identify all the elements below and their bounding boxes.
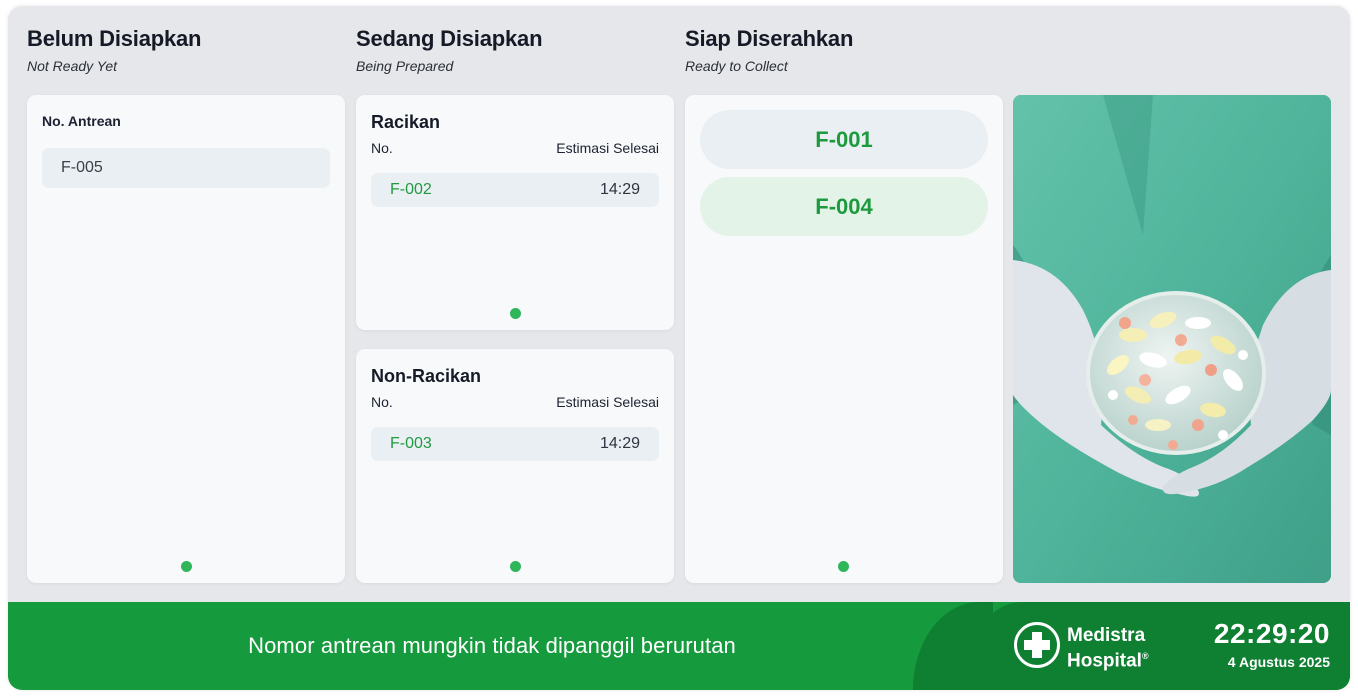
column-header-preparing: Sedang Disiapkan Being Prepared	[356, 26, 543, 74]
section-title: Non-Racikan	[371, 366, 482, 386]
non-racikan-card: Non-Racikan No. Estimasi Selesai F-003 1…	[356, 349, 674, 583]
brand-name: Medistra Hospital®	[1067, 626, 1149, 671]
queue-row: F-002 14:29	[371, 173, 659, 207]
column-subtitle: Being Prepared	[356, 58, 454, 74]
status-dot-icon	[838, 561, 849, 572]
queue-number-header: No. Antrean	[42, 113, 121, 129]
column-title: Belum Disiapkan	[27, 26, 202, 51]
queue-number: F-005	[61, 159, 103, 176]
status-dot-icon	[181, 561, 192, 572]
ready-queue-pill: F-001	[700, 110, 988, 169]
racikan-card: Racikan No. Estimasi Selesai F-002 14:29	[356, 95, 674, 330]
column-subtitle: Ready to Collect	[685, 58, 788, 74]
ready-card: F-001 F-004	[685, 95, 1003, 583]
queue-row: F-003 14:29	[371, 427, 659, 461]
not-ready-card: No. Antrean F-005	[27, 95, 345, 583]
clock-time: 22:29:20	[1213, 618, 1330, 649]
medical-cross-icon	[1014, 622, 1060, 668]
column-header-not-ready: Belum Disiapkan Not Ready Yet	[27, 26, 201, 74]
brand-panel: Medistra Hospital® 22:29:20 4 Agustus 20…	[977, 602, 1350, 690]
column-header-ready: Siap Diserahkan Ready to Collect	[685, 26, 853, 74]
clock-date: 4 Agustus 2025	[1227, 654, 1330, 670]
section-title: Racikan	[371, 112, 441, 132]
brand-line-2: Hospital®	[1067, 650, 1149, 672]
footer-message: Nomor antrean mungkin tidak dipanggil be…	[248, 633, 736, 658]
column-no-header: No.	[371, 140, 393, 156]
queue-number: F-002	[390, 181, 432, 198]
column-estimate-header: Estimasi Selesai	[556, 140, 659, 156]
brand-line-1: Medistra	[1067, 625, 1146, 646]
queue-number: F-003	[390, 435, 432, 452]
column-estimate-header: Estimasi Selesai	[556, 394, 659, 410]
queue-row: F-005	[42, 148, 330, 188]
footer-bar: Medistra Hospital® 22:29:20 4 Agustus 20…	[8, 602, 1350, 690]
column-subtitle: Not Ready Yet	[27, 58, 118, 74]
pharmacy-photo	[1013, 95, 1331, 583]
column-title: Siap Diserahkan	[685, 26, 854, 51]
queue-display: Belum Disiapkan Not Ready Yet Sedang Dis…	[8, 6, 1350, 690]
estimate-time: 14:29	[599, 181, 640, 198]
column-no-header: No.	[371, 394, 393, 410]
status-dot-icon	[510, 308, 521, 319]
ready-queue-pill: F-004	[700, 177, 988, 236]
status-dot-icon	[510, 561, 521, 572]
estimate-time: 14:29	[599, 435, 640, 452]
column-title: Sedang Disiapkan	[356, 26, 543, 51]
